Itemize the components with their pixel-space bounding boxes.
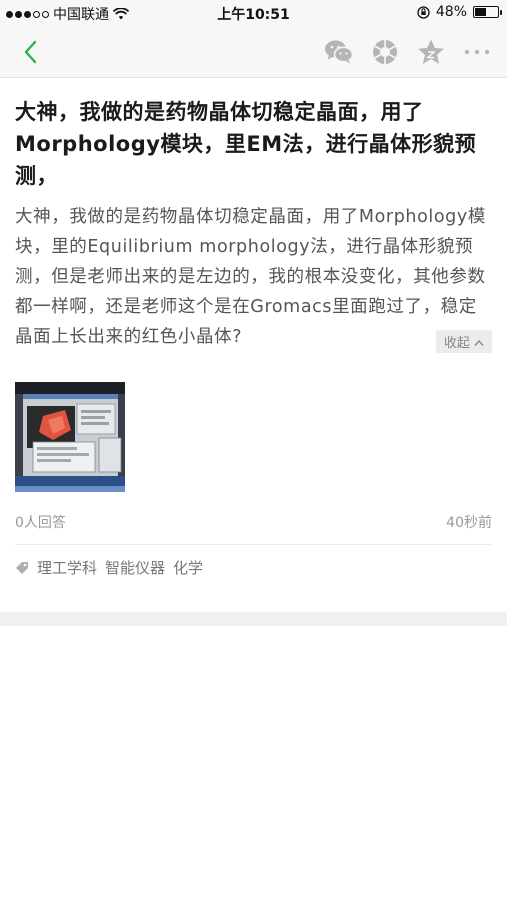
tag-item[interactable]: 理工学科 [37, 557, 97, 578]
question-title: 大神，我做的是药物晶体切稳定晶面，用了Morphology模块，里EM法，进行晶… [15, 100, 477, 188]
attachment-photo [15, 382, 125, 492]
back-button[interactable] [18, 38, 44, 66]
tag-icon [16, 561, 28, 574]
question-detail: 大神，我做的是药物晶体切稳定晶面，用了Morphology模块，里EM法，进行晶… [15, 78, 492, 578]
tag-list: 理工学科 智能仪器 化学 [15, 557, 492, 578]
status-bar: 中国联通 上午10:51 48% [0, 0, 507, 26]
chevron-up-icon [474, 339, 484, 346]
status-right: 48% [417, 4, 502, 20]
nav-actions [323, 36, 493, 68]
wechat-icon [325, 40, 354, 64]
nav-bar [0, 26, 507, 78]
section-separator [0, 612, 507, 626]
tag-item[interactable]: 化学 [173, 557, 203, 578]
orientation-lock-icon [417, 5, 430, 19]
more-button[interactable] [461, 36, 493, 68]
favorite-button[interactable] [415, 36, 447, 68]
collapse-button[interactable]: 收起 [435, 330, 492, 353]
collapse-label: 收起 [443, 336, 470, 351]
chevron-left-icon [24, 40, 37, 64]
star-icon [418, 39, 444, 64]
moments-icon [373, 40, 397, 64]
meta-row: 0人回答 40秒前 [15, 512, 492, 532]
more-icon [464, 49, 490, 55]
tag-item[interactable]: 智能仪器 [105, 557, 165, 578]
share-moments-button[interactable] [369, 36, 401, 68]
battery-percent: 48% [435, 4, 467, 20]
attachment-image[interactable] [15, 382, 125, 492]
divider [15, 544, 492, 545]
collapse-row: 收起 [15, 330, 492, 353]
share-wechat-button[interactable] [323, 36, 355, 68]
answer-count: 0人回答 [15, 515, 66, 531]
post-time: 40秒前 [446, 515, 492, 531]
battery-icon [473, 6, 502, 18]
